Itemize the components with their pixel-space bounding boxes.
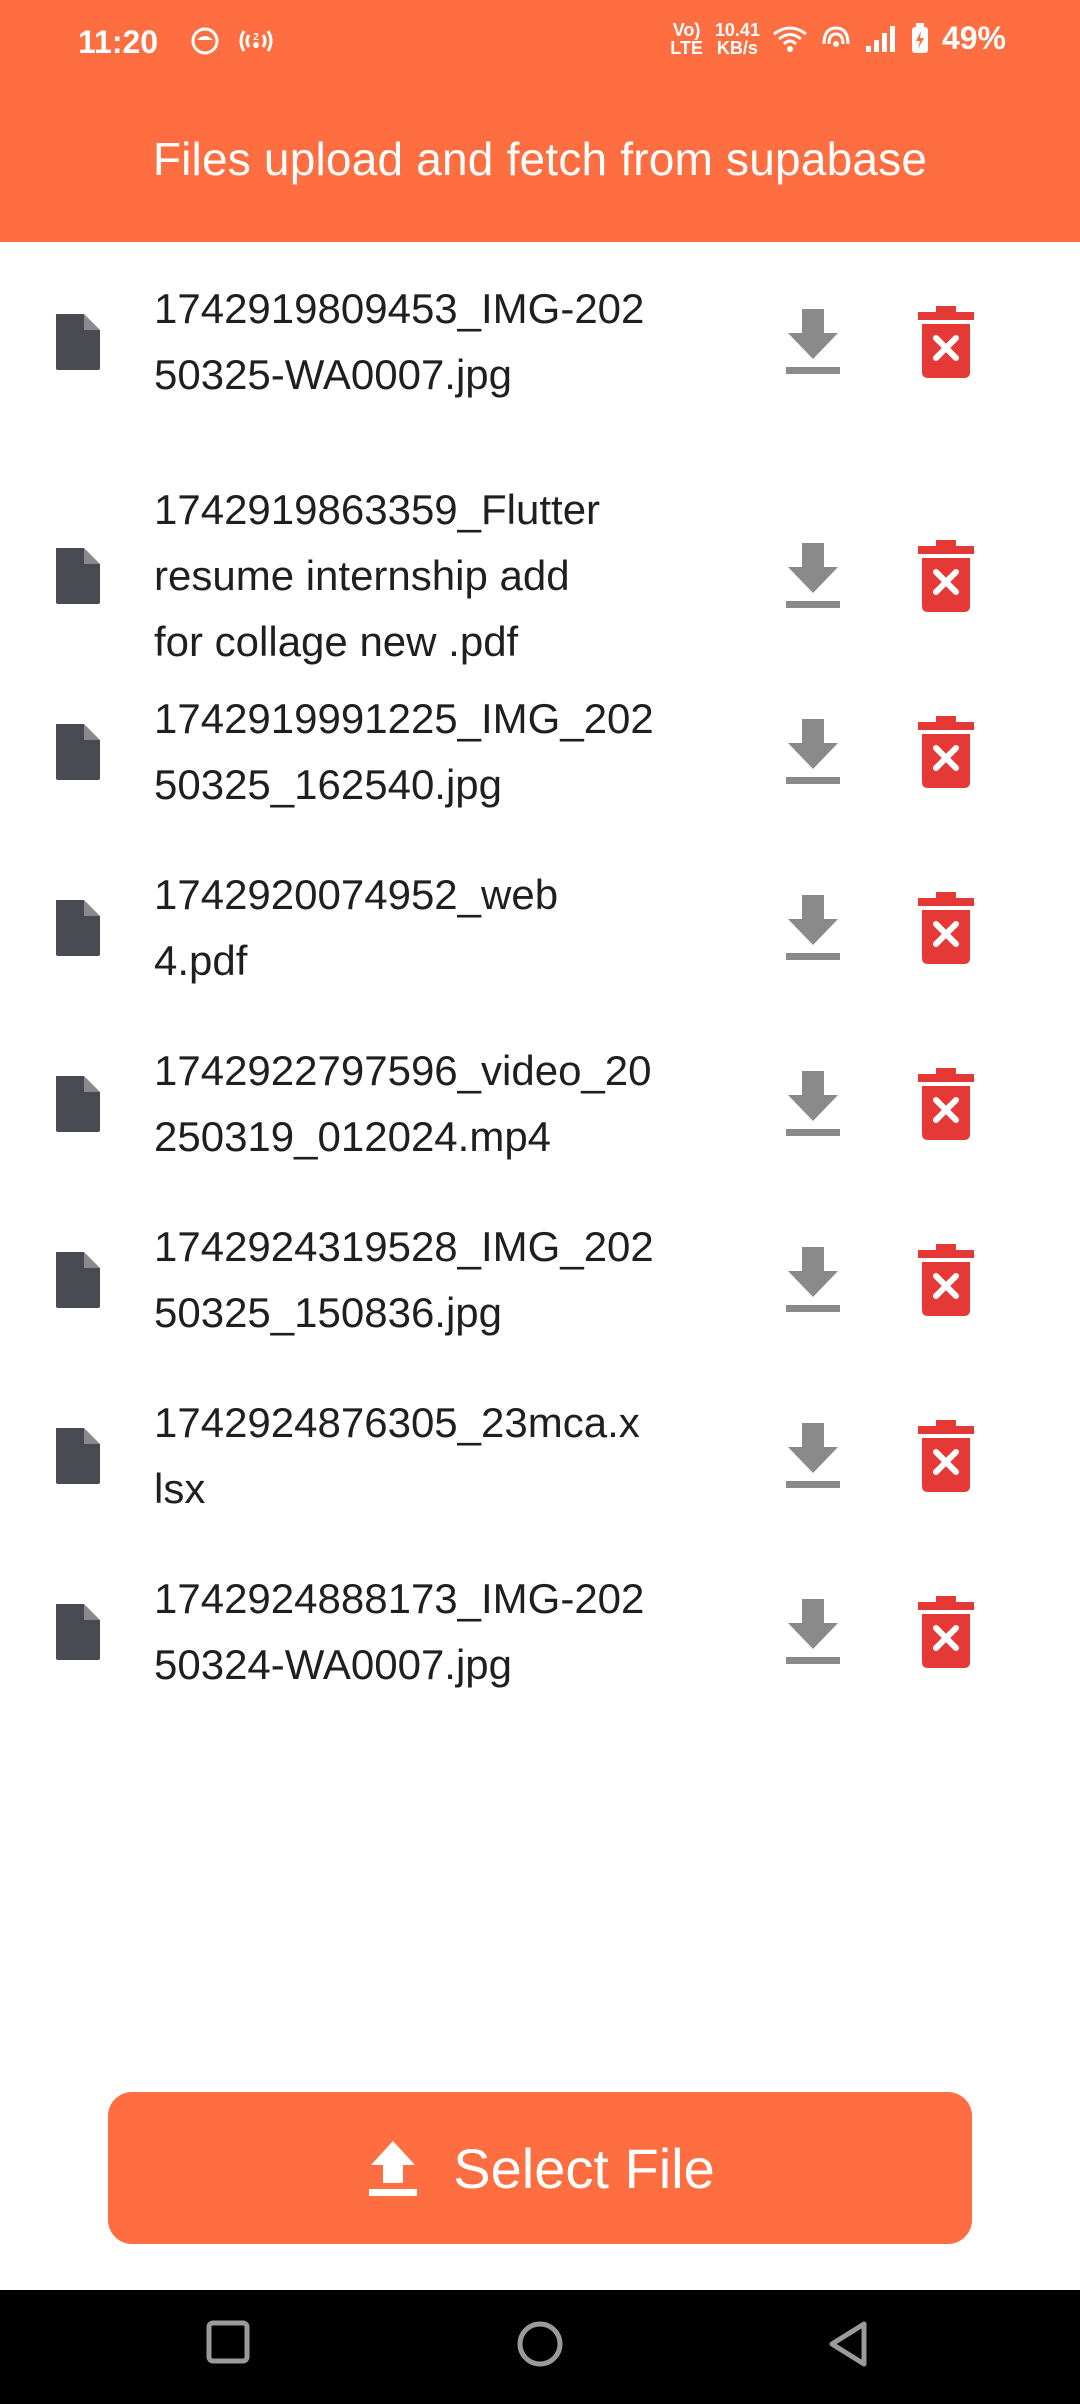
file-row: 1742924876305_23mca.xlsx [0, 1366, 1080, 1546]
download-icon[interactable] [782, 1245, 844, 1315]
file-name-line: 50325_150836.jpg [154, 1289, 503, 1336]
delete-icon[interactable] [918, 1068, 974, 1140]
app-header: 11:20 2 Vo) LTE 10.41 KB/s 49% Files upl… [0, 0, 1080, 242]
status-time: 11:20 [78, 24, 159, 60]
cell-signal-icon [865, 25, 895, 52]
file-name-line: 1742919863359_Flutter [154, 486, 601, 533]
file-icon [56, 900, 100, 956]
download-icon[interactable] [782, 1597, 844, 1667]
home-button[interactable] [516, 2320, 564, 2368]
download-icon[interactable] [782, 307, 844, 377]
select-file-button[interactable]: Select File [108, 2092, 972, 2244]
file-name-line: 1742924319528_IMG_202 [154, 1223, 654, 1270]
volte-indicator: Vo) LTE [670, 19, 703, 58]
download-icon[interactable] [782, 541, 844, 611]
file-name: 1742924319528_IMG_202 50325_150836.jpg [154, 1214, 714, 1346]
delete-icon[interactable] [918, 716, 974, 788]
file-name-line: 1742919991225_IMG_202 [154, 695, 654, 742]
file-icon [56, 1604, 100, 1660]
download-icon[interactable] [782, 1069, 844, 1139]
file-name: 1742919863359_Flutterresume internship a… [154, 477, 714, 675]
file-name-line: lsx [154, 1465, 206, 1512]
file-name-line: 1742919809453_IMG-202 [154, 285, 645, 332]
delete-icon[interactable] [918, 892, 974, 964]
hotspot-signal-icon [822, 25, 850, 47]
file-icon [56, 724, 100, 780]
status-right-icons: Vo) LTE 10.41 KB/s 49% [670, 20, 1006, 57]
file-name: 1742919809453_IMG-202 50325-WA0007.jpg [154, 276, 714, 408]
status-bar: 11:20 2 Vo) LTE 10.41 KB/s 49% [0, 0, 1080, 90]
file-name: 1742922797596_video_20 250319_012024.mp4 [154, 1038, 714, 1170]
file-icon [56, 1252, 100, 1308]
delete-icon[interactable] [918, 540, 974, 612]
delete-icon[interactable] [918, 306, 974, 378]
system-navigation-bar [0, 2290, 1080, 2404]
status-left-icons: 2 [190, 26, 276, 56]
file-name-line: 1742924888173_IMG-202 [154, 1575, 645, 1622]
file-row: 1742924888173_IMG-202 50324-WA0007.jpg [0, 1542, 1080, 1722]
file-name-line: 1742922797596_video_20 [154, 1047, 652, 1094]
file-row: 1742919809453_IMG-202 50325-WA0007.jpg [0, 242, 1080, 442]
download-icon[interactable] [782, 717, 844, 787]
file-name-line: 1742924876305_23mca.x [154, 1399, 640, 1446]
file-row: 1742920074952_web 4.pdf [0, 838, 1080, 1018]
svg-text:2: 2 [253, 32, 259, 43]
file-row: 1742922797596_video_20 250319_012024.mp4 [0, 1014, 1080, 1194]
file-icon [56, 548, 100, 604]
file-name-line: 250319_012024.mp4 [154, 1113, 552, 1160]
download-icon[interactable] [782, 893, 844, 963]
network-speed: 10.41 KB/s [714, 19, 760, 58]
battery-charging-icon [911, 22, 928, 53]
file-icon [56, 314, 100, 370]
upload-icon [369, 2141, 418, 2196]
file-icon [56, 1076, 100, 1132]
file-row: 1742924319528_IMG_202 50325_150836.jpg [0, 1190, 1080, 1370]
file-name: 1742919991225_IMG_202 50325_162540.jpg [154, 686, 714, 818]
delete-icon[interactable] [918, 1244, 974, 1316]
file-name-line: 4.pdf [154, 937, 248, 984]
select-file-label: Select File [453, 2136, 715, 2200]
delete-icon[interactable] [918, 1420, 974, 1492]
hotspot-icon: 2 [239, 30, 273, 52]
wifi-icon [773, 26, 807, 52]
file-name: 1742924888173_IMG-202 50324-WA0007.jpg [154, 1566, 714, 1698]
file-name-line: 50324-WA0007.jpg [154, 1641, 513, 1688]
app-notification-icon [191, 27, 219, 55]
file-name-line: 50325_162540.jpg [154, 761, 503, 808]
delete-icon[interactable] [918, 1596, 974, 1668]
file-row: 1742919991225_IMG_202 50325_162540.jpg [0, 662, 1080, 842]
recent-apps-button[interactable] [206, 2320, 250, 2364]
download-icon[interactable] [782, 1421, 844, 1491]
battery-percent: 49% [941, 20, 1006, 56]
file-icon [56, 1428, 100, 1484]
file-name-line: resume internship add [154, 552, 570, 599]
page-title: Files upload and fetch from supabase [152, 133, 928, 185]
file-name-line: 50325-WA0007.jpg [154, 351, 513, 398]
file-name: 1742924876305_23mca.xlsx [154, 1390, 714, 1522]
file-name: 1742920074952_web 4.pdf [154, 862, 714, 994]
file-name-line: 1742920074952_web [154, 871, 559, 918]
back-button[interactable] [826, 2320, 870, 2368]
